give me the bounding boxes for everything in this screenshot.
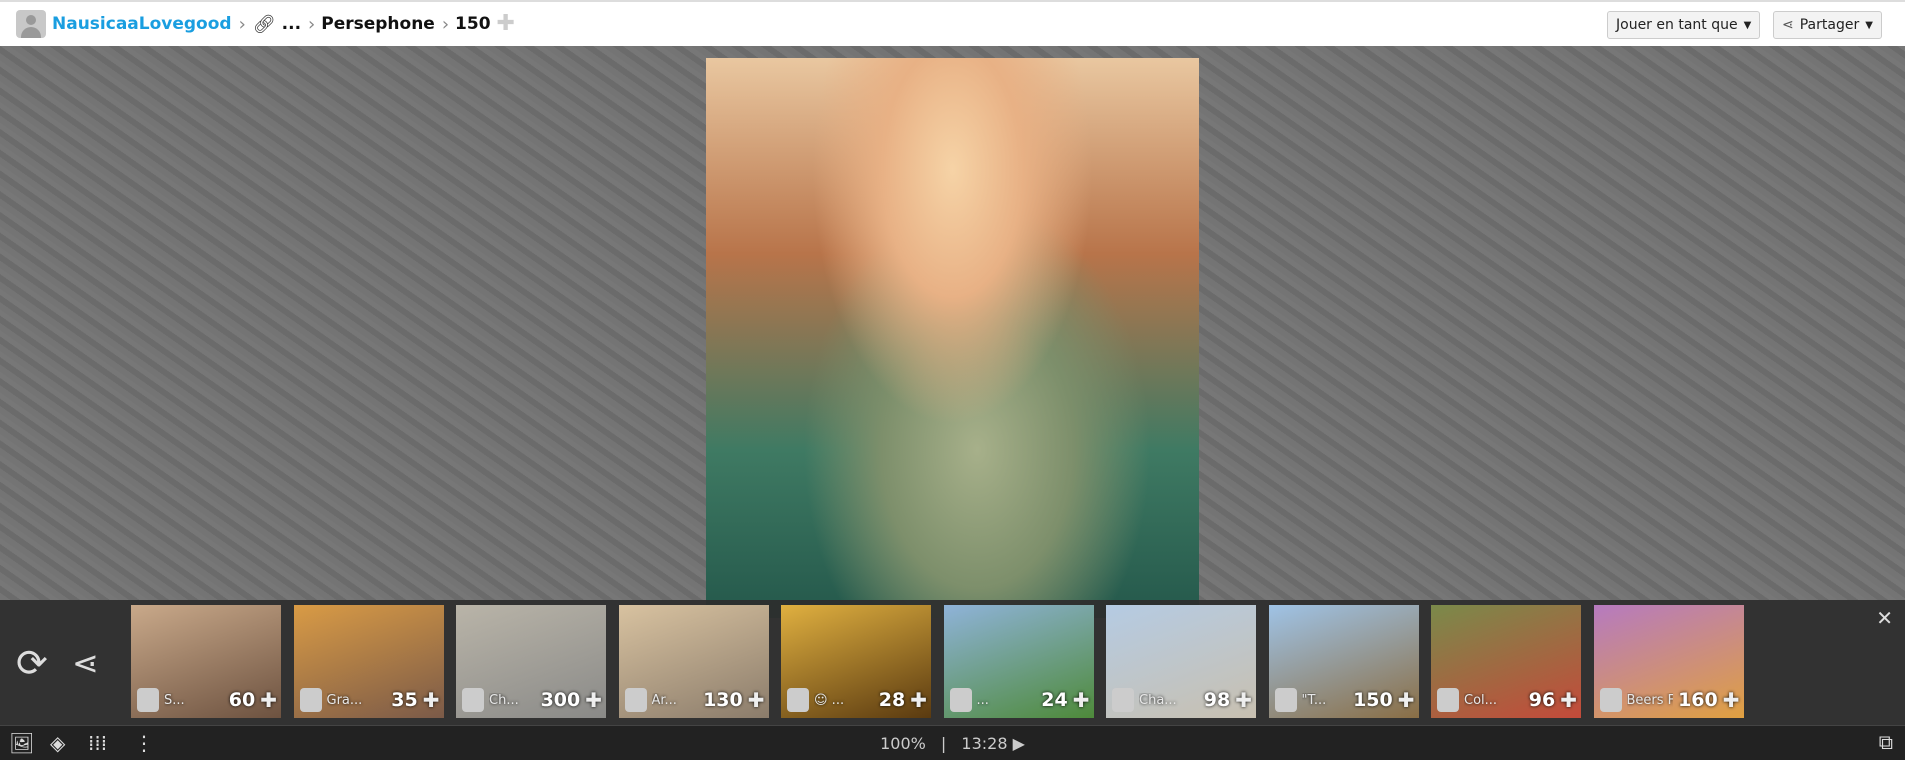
puzzle-piece-icon: ✚ xyxy=(1397,688,1415,712)
thumbnail-title: "T... xyxy=(1301,692,1327,708)
refresh-icon[interactable]: ⟳ xyxy=(16,644,48,682)
breadcrumb-ellipsis[interactable]: ... xyxy=(282,14,301,34)
thumbnail-piece-count: 150 xyxy=(1353,689,1393,711)
thumbnail-info: ... 24 ✚ xyxy=(949,688,1090,712)
thumbnail-piece-count: 35 xyxy=(391,689,418,711)
puzzle-thumbnail[interactable]: "T... 150 ✚ xyxy=(1268,605,1419,718)
thumbnail-info: Cha... 98 ✚ xyxy=(1112,688,1252,712)
puzzle-image[interactable] xyxy=(706,58,1199,618)
puzzle-thumbnail[interactable]: S... 60 ✚ xyxy=(131,605,281,718)
puzzle-thumbnail[interactable]: Ch... 300 ✚ xyxy=(456,605,606,718)
chevron-right-icon: › xyxy=(308,13,316,35)
close-icon[interactable]: ✕ xyxy=(1876,606,1893,630)
share-icon[interactable]: ⋖ xyxy=(72,644,99,682)
author-avatar xyxy=(1437,688,1459,712)
thumbnail-info: Beers F...160✚ xyxy=(1599,688,1740,712)
chevron-right-icon: › xyxy=(238,13,246,35)
thumbnail-title: Beers F... xyxy=(1626,692,1674,708)
author-avatar xyxy=(462,688,484,712)
separator: | xyxy=(940,734,947,753)
thumbnail-piece-count: 300 xyxy=(540,689,581,711)
thumbnail-title: Cha... xyxy=(1139,692,1177,708)
share-dropdown[interactable]: ⋖ Partager ▼ xyxy=(1773,11,1882,39)
thumbnail-info: ☺ ... 28 ✚ xyxy=(787,688,927,712)
puzzle-piece-icon: ✚ xyxy=(1235,688,1252,712)
related-puzzles-strip: ⟳ ⋖ S... 60 ✚ Gra... 35 ✚ Ch... 300 ✚ Ar... 130 ✚ ☺ … xyxy=(0,600,1905,725)
user-avatar[interactable] xyxy=(16,10,46,38)
author-avatar xyxy=(949,688,972,712)
thumbnail-info: Col... 96 ✚ xyxy=(1437,688,1577,712)
top-bar: NausicaaLovegood › 🔗︎ ... › Persephone ›… xyxy=(0,0,1905,46)
author-avatar xyxy=(1112,688,1134,712)
puzzle-thumbnail[interactable]: Beers F...160✚ xyxy=(1593,605,1744,718)
status-readout: 100% | 13:28 ▶ xyxy=(0,734,1905,753)
author-avatar xyxy=(299,688,322,712)
puzzle-piece-icon: ✚ xyxy=(1560,688,1577,712)
author-avatar xyxy=(1274,688,1297,712)
thumbnail-title: Col... xyxy=(1464,692,1498,708)
puzzle-thumbnail[interactable]: ... 24 ✚ xyxy=(943,605,1094,718)
breadcrumb-user[interactable]: NausicaaLovegood xyxy=(52,14,232,34)
thumbnail-title: S... xyxy=(164,692,185,708)
thumbnail-info: S... 60 ✚ xyxy=(137,688,277,712)
thumbnail-title: Ch... xyxy=(489,692,519,708)
thumbnail-piece-count: 98 xyxy=(1203,689,1231,711)
puzzle-piece-icon: ✚ xyxy=(1072,688,1090,712)
timer: 13:28 xyxy=(961,734,1008,753)
breadcrumb-piece-count[interactable]: 150 xyxy=(455,14,491,34)
author-avatar xyxy=(787,688,809,712)
puzzle-thumbnail[interactable]: Col... 96 ✚ xyxy=(1431,605,1581,718)
play-as-dropdown[interactable]: Jouer en tant que ▼ xyxy=(1607,11,1761,39)
play-icon[interactable]: ▶ xyxy=(1013,734,1025,753)
author-avatar xyxy=(624,688,647,712)
caret-down-icon: ▼ xyxy=(1865,19,1873,31)
puzzle-piece-icon: ✚ xyxy=(496,11,515,36)
play-as-label: Jouer en tant que xyxy=(1616,17,1738,33)
thumbnail-info: Ch... 300 ✚ xyxy=(462,688,602,712)
fullscreen-icon[interactable]: ⧉ xyxy=(1879,730,1893,754)
thumbnail-piece-count: 96 xyxy=(1528,689,1556,711)
puzzle-thumbnail[interactable]: Gra... 35 ✚ xyxy=(293,605,444,718)
puzzle-piece-icon: ✚ xyxy=(260,688,277,712)
share-icon: ⋖ xyxy=(1782,17,1794,33)
author-avatar xyxy=(1599,688,1622,712)
bottom-toolbar: 🖼︎ ◈ ⁞⁞⁞ ⋮ 100% | 13:28 ▶ ⧉ xyxy=(0,725,1905,760)
thumbnail-info: "T... 150 ✚ xyxy=(1274,688,1415,712)
chevron-right-icon: › xyxy=(441,13,450,35)
thumbnail-piece-count: 60 xyxy=(228,689,256,711)
thumbnail-piece-count: 28 xyxy=(878,689,906,711)
caret-down-icon: ▼ xyxy=(1743,19,1752,31)
thumbnail-piece-count: 160 xyxy=(1678,689,1718,711)
puzzle-piece-icon: ✚ xyxy=(422,688,440,712)
thumbnail-info: Ar... 130 ✚ xyxy=(624,688,765,712)
thumbnail-piece-count: 130 xyxy=(703,689,743,711)
thumbnail-title: Ar... xyxy=(651,692,677,708)
puzzle-piece-icon: ✚ xyxy=(1722,688,1740,712)
thumbnail-title: ☺ ... xyxy=(814,692,845,708)
link-icon[interactable]: 🔗︎ xyxy=(253,14,276,35)
puzzle-thumbnail[interactable]: ☺ ... 28 ✚ xyxy=(781,605,931,718)
thumbnail-title: Gra... xyxy=(326,692,363,708)
author-avatar xyxy=(137,688,159,712)
puzzle-thumbnail[interactable]: Ar... 130 ✚ xyxy=(618,605,769,718)
thumbnail-piece-count: 24 xyxy=(1041,689,1068,711)
share-label: Partager xyxy=(1799,17,1860,33)
thumbnail-info: Gra... 35 ✚ xyxy=(299,688,440,712)
puzzle-piece-icon: ✚ xyxy=(747,688,765,712)
puzzle-piece-icon: ✚ xyxy=(585,688,602,712)
puzzle-piece-icon: ✚ xyxy=(910,688,927,712)
thumbnail-title: ... xyxy=(976,692,989,708)
zoom-level: 100% xyxy=(880,734,926,753)
puzzle-thumbnail[interactable]: Cha... 98 ✚ xyxy=(1106,605,1256,718)
breadcrumb-puzzle-name[interactable]: Persephone xyxy=(321,14,435,34)
